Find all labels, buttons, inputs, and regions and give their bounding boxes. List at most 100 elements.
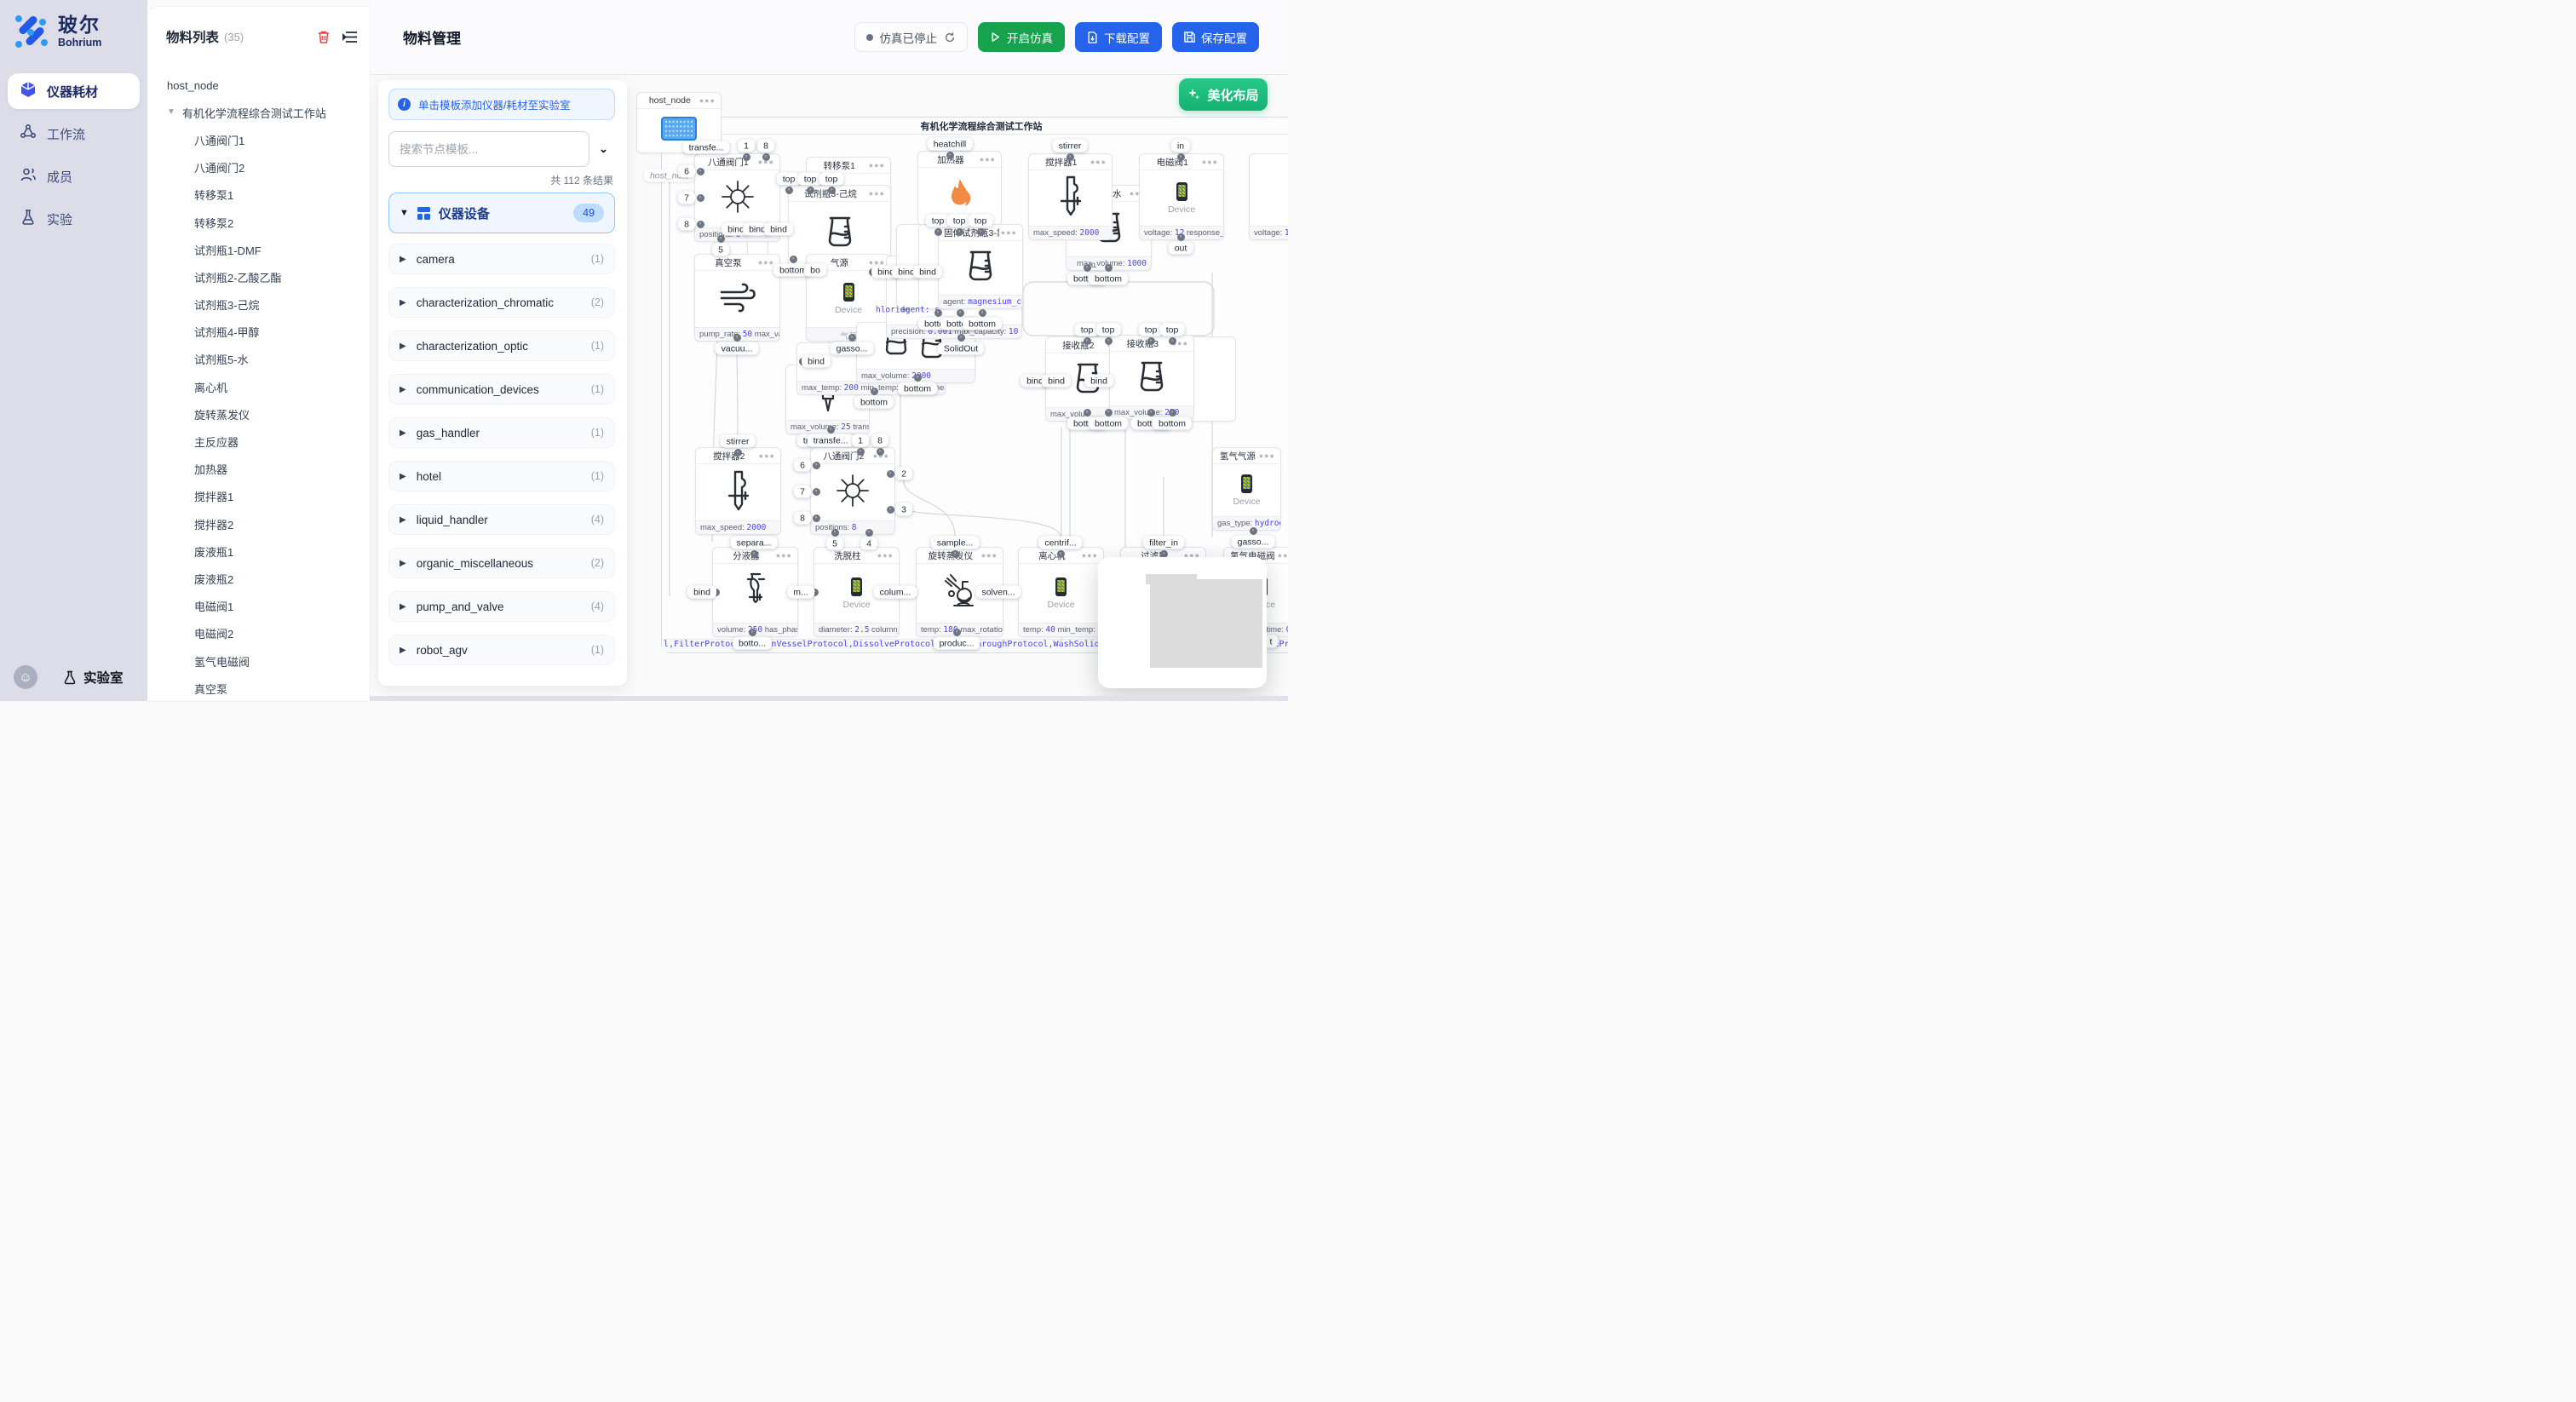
node-menu-icon[interactable]: ●●● [1202,158,1218,166]
port-pill-3[interactable]: 3 [895,503,912,516]
port-pill-6[interactable]: 6 [678,165,695,178]
port-dot-icon[interactable]: › [1084,409,1091,417]
port-pill-8[interactable]: 8 [871,434,888,447]
port-pill-filter_in[interactable]: filter_in [1143,537,1184,549]
port-dot-icon[interactable]: › [790,256,797,263]
port-pill-botto...[interactable]: botto... [733,637,772,650]
port-dot-icon[interactable]: › [813,488,820,496]
port-dot-icon[interactable]: › [1057,550,1065,558]
collapse-panel-icon[interactable] [342,31,358,43]
lab-entry[interactable]: 实验室 [63,668,124,687]
port-dot-icon[interactable]: › [1169,337,1176,345]
tree-item-8[interactable]: 试剂瓶5-水 [147,346,370,373]
port-dot-icon[interactable]: › [1105,264,1113,272]
port-pill-solven...[interactable]: solven... [975,586,1021,599]
preview-popup[interactable] [1098,557,1267,688]
port-dot-icon[interactable]: › [934,309,942,317]
tree-item-1[interactable]: 八通阀门2 [147,154,370,181]
node-menu-icon[interactable]: ●●● [758,258,774,267]
tree-item-19[interactable]: 氢气电磁阀 [147,647,370,675]
download-config-button[interactable]: 下载配置 [1075,22,1162,52]
port-pill-top[interactable]: top [1160,324,1185,336]
tree-item-11[interactable]: 主反应器 [147,428,370,455]
port-dot-icon[interactable]: › [1147,337,1155,345]
node-menu-icon[interactable]: ●●● [1278,551,1288,560]
port-pill-8[interactable]: 8 [757,140,774,152]
search-input[interactable] [388,131,589,167]
port-pill-SolidOut[interactable]: SolidOut [938,342,984,355]
port-dot-icon[interactable]: › [807,187,814,194]
port-pill-gasso...[interactable]: gasso... [831,342,874,355]
canvas-node-电磁阀1[interactable]: 电磁阀1●●●Devicevoltage: 12 response_time: … [1139,153,1224,240]
port-pill-bottom[interactable]: bottom [963,318,1002,330]
port-dot-icon[interactable]: › [697,221,704,228]
template-item-organic_miscellaneous[interactable]: ▶organic_miscellaneous(2) [388,548,615,578]
template-item-liquid_handler[interactable]: ▶liquid_handler(4) [388,504,615,535]
port-pill-heatchill[interactable]: heatchill [928,138,973,151]
port-dot-icon[interactable]: › [914,374,922,382]
canvas-node-固体试剂瓶3-氯化镁[interactable]: 固体试剂瓶3-氯化镁●●●agent: magnesium_chloride p… [938,224,1023,309]
node-menu-icon[interactable]: ●●● [981,551,998,560]
port-dot-icon[interactable]: › [813,462,820,469]
port-pill-transfe...[interactable]: transfe... [808,434,854,447]
port-pill-top[interactable]: top [969,215,993,227]
sidebar-item-2[interactable]: 成员 [8,158,140,194]
template-item-communication_devices[interactable]: ▶communication_devices(1) [388,374,615,405]
port-dot-icon[interactable]: › [979,309,986,317]
tree-item-3[interactable]: 转移泵2 [147,209,370,236]
port-pill-in[interactable]: in [1171,140,1190,152]
category-instruments[interactable]: ▼ 仪器设备 49 [388,192,615,233]
tree-item-10[interactable]: 旋转蒸发仪 [147,400,370,428]
port-pill-7[interactable]: 7 [678,192,695,204]
port-dot-icon[interactable]: › [871,388,878,395]
tree-item-13[interactable]: 搅拌器1 [147,483,370,510]
port-dot-icon[interactable]: › [697,194,704,202]
port-dot-icon[interactable]: › [1250,527,1257,535]
port-pill-bottom[interactable]: bottom [1089,273,1128,285]
canvas-node-真空泵[interactable]: 真空泵●●●pump_rate: 50 max_vacuum: 0.1 [694,254,780,342]
port-dot-icon[interactable]: › [1105,337,1113,345]
port-dot-icon[interactable]: › [1169,409,1176,417]
port-dot-icon[interactable]: › [956,228,963,236]
node-menu-icon[interactable]: ●●● [759,451,775,460]
simulation-status[interactable]: 仿真已停止 [854,22,969,52]
tree-item-9[interactable]: 离心机 [147,373,370,400]
chevron-down-icon[interactable]: ⌄ [599,142,608,156]
port-pill-vacuu...[interactable]: vacuu... [716,342,759,355]
port-pill-top[interactable]: top [819,173,844,186]
port-pill-centrif...[interactable]: centrif... [1038,537,1082,549]
tree-item-6[interactable]: 试剂瓶3-己烷 [147,291,370,319]
node-menu-icon[interactable]: ●●● [877,551,894,560]
port-dot-icon[interactable]: › [877,448,884,456]
port-pill-5[interactable]: 5 [826,537,843,550]
tree-item-12[interactable]: 加热器 [147,456,370,483]
node-menu-icon[interactable]: ●●● [776,551,792,560]
template-item-pump_and_valve[interactable]: ▶pump_and_valve(4) [388,591,615,622]
delete-icon[interactable] [317,30,331,44]
port-pill-top[interactable]: top [1096,324,1121,336]
port-dot-icon[interactable]: › [1084,337,1091,345]
canvas-node-离心机[interactable]: 离心机●●●Devicetemp: 40 min_temp: 4 max_spe [1018,547,1104,637]
node-menu-icon[interactable]: ●●● [980,155,996,164]
tree-item-2[interactable]: 转移泵1 [147,181,370,209]
port-dot-icon[interactable]: › [952,550,959,558]
port-dot-icon[interactable]: › [977,228,985,236]
port-dot-icon[interactable]: › [762,153,770,161]
sidebar-item-1[interactable]: 工作流 [8,116,140,152]
port-pill-sample...[interactable]: sample... [931,537,980,549]
template-item-gas_handler[interactable]: ▶gas_handler(1) [388,417,615,448]
save-config-button[interactable]: 保存配置 [1172,22,1259,52]
port-pill-1[interactable]: 1 [738,140,755,152]
port-pill-bottom[interactable]: bottom [854,396,894,409]
template-item-characterization_optic[interactable]: ▶characterization_optic(1) [388,330,615,361]
template-item-robot_agv[interactable]: ▶robot_agv(1) [388,635,615,665]
tree-item-15[interactable]: 废液瓶1 [147,537,370,565]
port-pill-stirrer[interactable]: stirrer [721,435,756,448]
port-dot-icon[interactable]: › [1105,409,1113,417]
port-pill-m...[interactable]: m... [787,586,814,599]
port-dot-icon[interactable]: › [934,228,942,236]
port-dot-icon[interactable]: › [697,168,704,175]
port-dot-icon[interactable]: › [957,334,965,342]
port-pill-8[interactable]: 8 [794,512,811,525]
port-pill-bottom[interactable]: bottom [1089,417,1128,430]
